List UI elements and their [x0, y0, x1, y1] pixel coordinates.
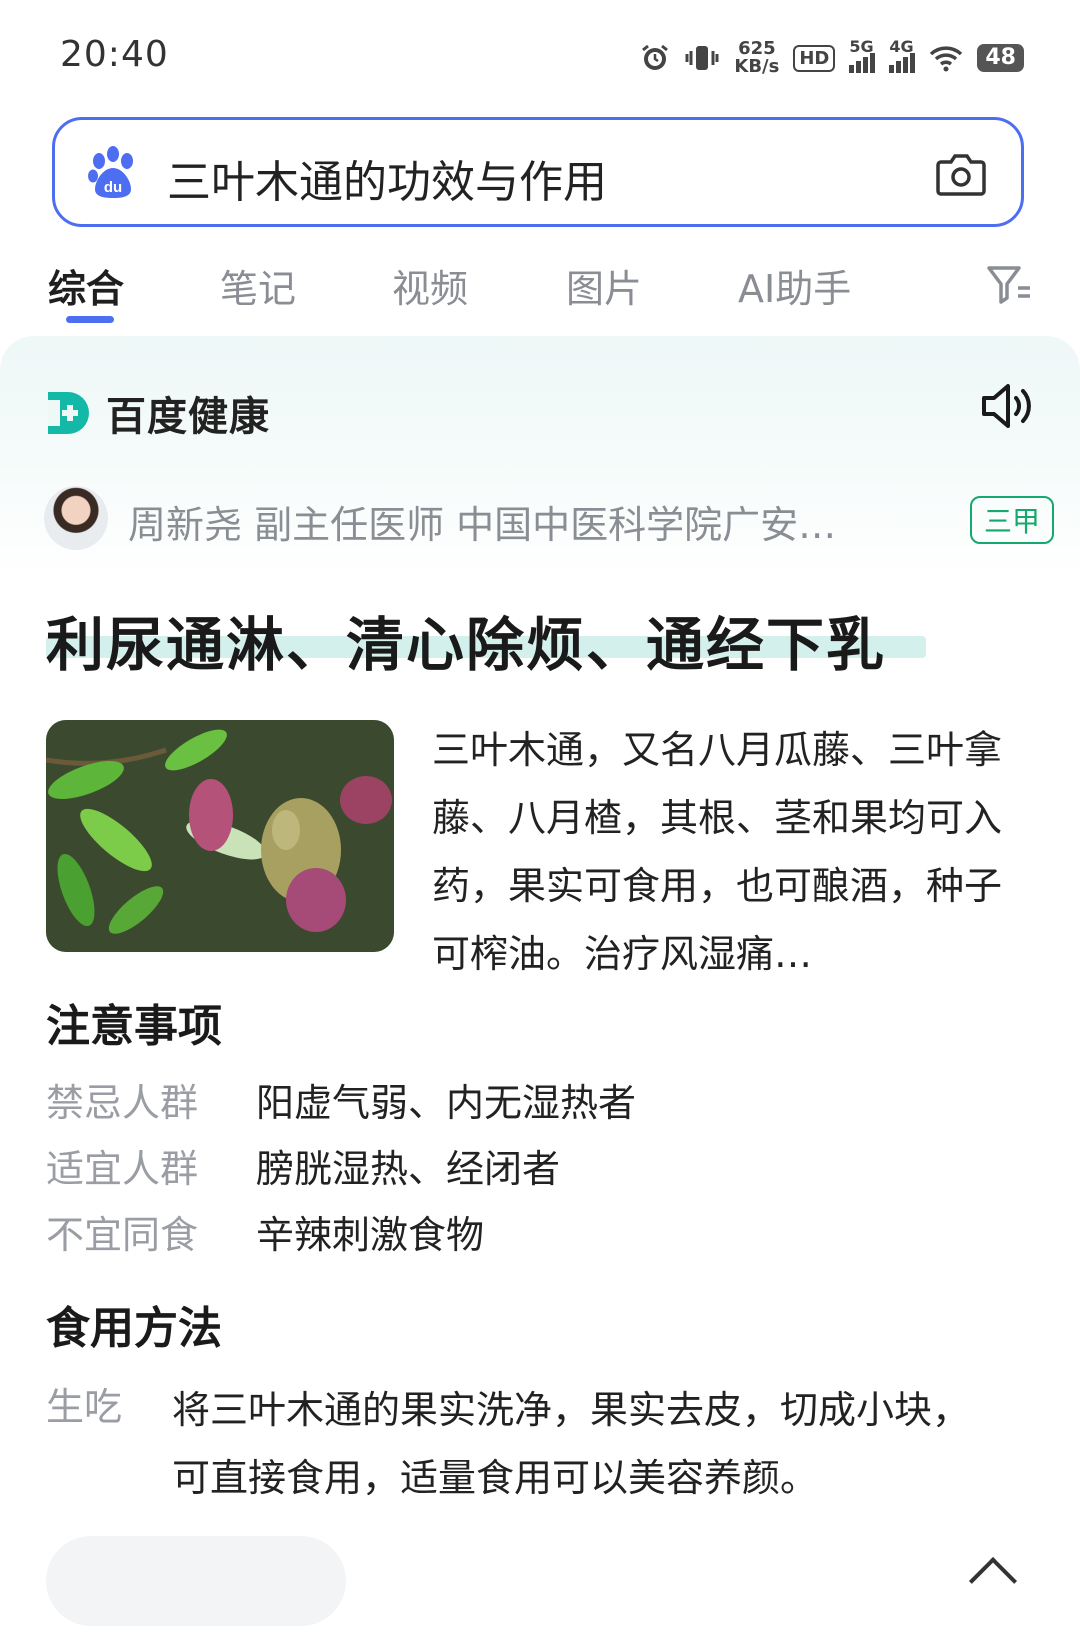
tab-video[interactable]: 视频 [392, 258, 468, 313]
signal-4g-icon: 4G [889, 37, 916, 73]
result-tabs: 综合 笔记 视频 图片 AI助手 [0, 250, 1080, 330]
doctor-avatar [44, 486, 108, 550]
headline: 利尿通淋、清心除烦、通经下乳 [46, 611, 887, 679]
note-key: 适宜人群 [46, 1147, 199, 1191]
brand-name: 百度健康 [106, 394, 270, 440]
status-time: 20:40 [60, 34, 169, 75]
note-key: 不宜同食 [46, 1213, 199, 1257]
tab-images[interactable]: 图片 [566, 258, 642, 313]
method-value: 将三叶木通的果实洗净，果实去皮，切成小块，可直接食用，适量食用可以美容养颜。 [172, 1388, 971, 1500]
baidu-health-logo-icon [48, 392, 89, 434]
speaker-icon[interactable] [978, 378, 1036, 434]
note-row: 禁忌人群 阳虚气弱、内无湿热者 [46, 1072, 636, 1127]
status-icons: 625 KB/s HD 5G 4G 48 [640, 37, 1024, 78]
note-row: 适宜人群 膀胱湿热、经闭者 [46, 1138, 560, 1193]
tab-notes[interactable]: 笔记 [220, 258, 296, 313]
note-key: 禁忌人群 [46, 1081, 199, 1125]
vibrate-icon [685, 46, 719, 70]
battery-icon: 48 [977, 44, 1024, 72]
network-speed: 625 KB/s [734, 38, 780, 77]
note-row: 不宜同食 辛辣刺激食物 [46, 1204, 484, 1259]
alarm-icon [642, 44, 669, 70]
brand: 百度健康 [44, 384, 270, 442]
hd-badge: HD [793, 44, 836, 72]
method-title: 食用方法 [46, 1303, 222, 1354]
search-input[interactable]: 三叶木通的功效与作用 [167, 146, 607, 210]
notes-title: 注意事项 [46, 1001, 222, 1052]
camera-icon[interactable] [935, 150, 987, 198]
bottom-action-pill[interactable] [46, 1536, 346, 1626]
active-tab-indicator [66, 316, 114, 323]
svg-text:du: du [104, 179, 122, 196]
note-value: 阳虚气弱、内无湿热者 [256, 1081, 637, 1125]
wifi-icon [930, 46, 963, 72]
note-value: 辛辣刺激食物 [256, 1213, 485, 1257]
search-bar[interactable]: du 三叶木通的功效与作用 [52, 117, 1024, 227]
baidu-logo-icon: du [88, 146, 133, 198]
status-bar: 20:40 625 KB/s HD 5G 4G 48 [0, 0, 1080, 110]
herb-description: 三叶木通，又名八月瓜藤、三叶拿藤、八月楂，其根、茎和果均可入药，果实可食用，也可… [432, 728, 1003, 976]
note-value: 膀胱湿热、经闭者 [256, 1147, 561, 1191]
signal-5g-icon: 5G [849, 37, 876, 73]
hospital-grade-badge: 三甲 [969, 496, 1054, 544]
expand-arrow-icon[interactable] [968, 1556, 1018, 1606]
herb-photo[interactable] [46, 720, 394, 952]
method-key: 生吃 [46, 1385, 123, 1429]
tab-ai-assistant[interactable]: AI助手 [738, 258, 851, 313]
doctor-row[interactable]: 周新尧 副主任医师 中国中医科学院广安… 三甲 [44, 486, 1054, 550]
filter-icon[interactable] [986, 262, 1034, 306]
health-card: 百度健康 周新尧 副主任医师 中国中医科学院广安… 三甲 利尿通淋、清心除烦、通… [0, 336, 1080, 1636]
doctor-info: 周新尧 副主任医师 中国中医科学院广安… [128, 503, 837, 547]
tab-all[interactable]: 综合 [48, 258, 124, 313]
